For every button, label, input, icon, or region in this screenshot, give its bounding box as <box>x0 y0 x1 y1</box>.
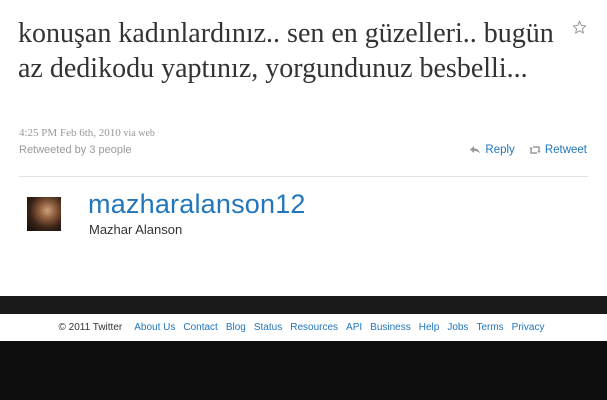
retweeted-by[interactable]: Retweeted by 3 people <box>19 144 132 156</box>
page-background-band <box>0 296 607 314</box>
footer-link-business[interactable]: Business <box>370 322 411 333</box>
tweet-actions: Reply Retweet <box>469 144 587 156</box>
footer: © 2011 Twitter About Us Contact Blog Sta… <box>0 314 607 341</box>
tweet-source: via web <box>123 128 155 139</box>
footer-copyright: © 2011 Twitter <box>58 322 123 333</box>
footer-link-resources[interactable]: Resources <box>290 322 338 333</box>
footer-link-jobs[interactable]: Jobs <box>447 322 468 333</box>
footer-link-terms[interactable]: Terms <box>476 322 503 333</box>
footer-link-api[interactable]: API <box>346 322 362 333</box>
divider <box>19 176 588 177</box>
reply-label: Reply <box>485 144 515 156</box>
user-screen-name[interactable]: mazharalanson12 <box>88 189 306 220</box>
star-icon[interactable] <box>572 20 587 35</box>
tweet-timestamp[interactable]: 4:25 PM Feb 6th, 2010 <box>19 127 121 139</box>
reply-button[interactable]: Reply <box>469 144 515 156</box>
footer-link-privacy[interactable]: Privacy <box>512 322 545 333</box>
footer-link-help[interactable]: Help <box>419 322 440 333</box>
reply-icon <box>470 146 481 154</box>
tweet-text: konuşan kadınlardınız.. sen en güzelleri… <box>18 18 554 84</box>
tweet-meta: 4:25 PM Feb 6th, 2010 via web <box>19 127 155 139</box>
user-full-name: Mazhar Alanson <box>89 222 183 237</box>
footer-link-blog[interactable]: Blog <box>226 322 246 333</box>
retweet-label: Retweet <box>544 144 587 156</box>
footer-link-contact[interactable]: Contact <box>183 322 217 333</box>
page-bottom-background <box>0 341 607 400</box>
footer-link-about-us[interactable]: About Us <box>134 322 175 333</box>
retweet-button[interactable]: Retweet <box>529 144 587 156</box>
retweet-icon <box>529 146 541 154</box>
avatar[interactable] <box>27 197 61 231</box>
footer-link-status[interactable]: Status <box>254 322 282 333</box>
